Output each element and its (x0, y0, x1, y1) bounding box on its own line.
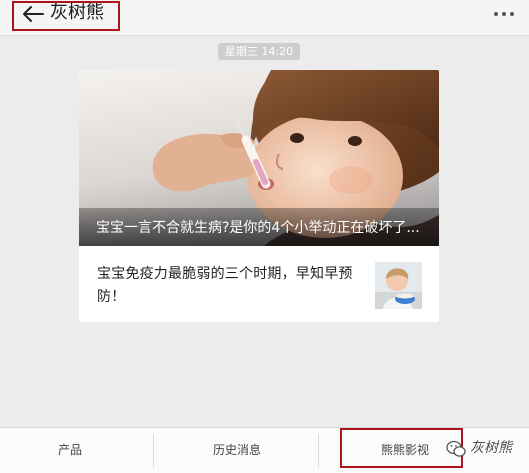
watermark-text: 灰树熊 (470, 440, 512, 456)
arrow-left-icon[interactable] (21, 4, 45, 24)
more-dot (502, 12, 506, 16)
child-cheek (329, 166, 373, 194)
more-horizontal-icon[interactable] (493, 10, 515, 18)
top-bar: 灰树熊 (0, 0, 529, 36)
wechat-bubble-small (453, 446, 466, 457)
more-dot (510, 12, 514, 16)
cover-article-title: 宝宝一言不合就生病?是你的4个小举动正在破坏了... (96, 220, 420, 236)
message-timestamp: 星期三 14:20 (218, 43, 300, 60)
menu-item-products[interactable]: 产品 (0, 428, 140, 473)
child-eye-left (290, 133, 304, 143)
page-title: 灰树熊 (50, 2, 104, 23)
wechat-dot (450, 445, 453, 447)
wechat-dot (455, 445, 457, 447)
menu-divider (318, 434, 319, 468)
more-dot (494, 12, 498, 16)
menu-item-history[interactable]: 历史消息 (155, 428, 319, 473)
wechat-icon (446, 440, 466, 457)
list-article[interactable]: 宝宝免疫力最脆弱的三个时期，早知早预防！ (79, 246, 439, 322)
bowl-food (396, 293, 414, 299)
child-eye-right (348, 136, 362, 146)
arrow-left-shape (23, 6, 44, 22)
menu-divider (153, 434, 154, 468)
list-article-title: 宝宝免疫力最脆弱的三个时期，早知早预防！ (97, 266, 353, 305)
article-card: 宝宝一言不合就生病?是你的4个小举动正在破坏了... 宝宝免疫力最脆弱的三个时期… (79, 70, 439, 322)
thumbnail-image (375, 262, 422, 309)
chat-screen: 灰树熊 星期三 14:20 宝宝一言不合就生病?是你的4个小举动正在破坏了...… (0, 0, 529, 473)
cover-article[interactable]: 宝宝一言不合就生病?是你的4个小举动正在破坏了... (79, 70, 439, 246)
